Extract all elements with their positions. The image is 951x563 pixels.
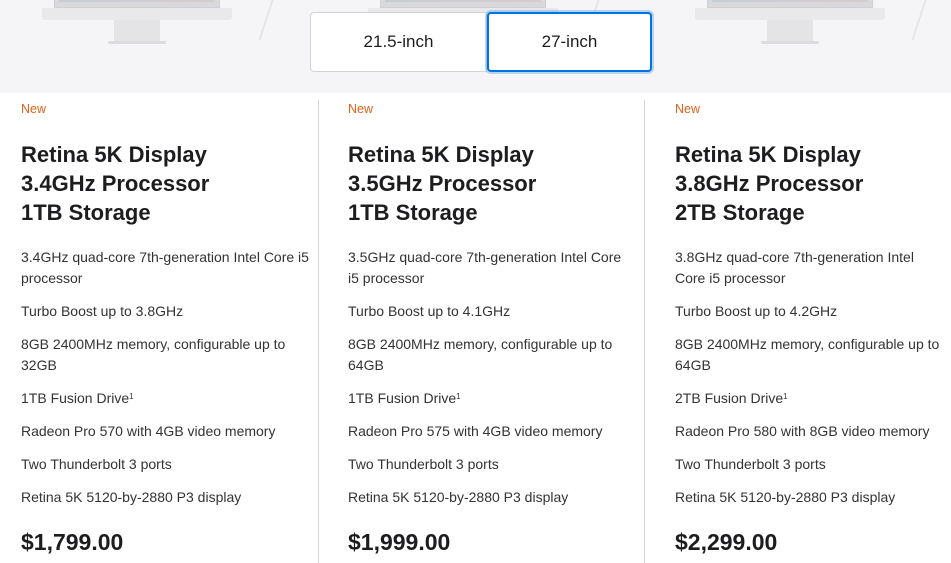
spec-item: 3.4GHz quad-core 7th-generation Intel Co… xyxy=(21,249,309,286)
spec-item: Two Thunderbolt 3 ports xyxy=(21,456,172,472)
spec-item: Retina 5K 5120-by-2880 P3 display xyxy=(675,489,896,505)
spec-item: Retina 5K 5120-by-2880 P3 display xyxy=(21,489,242,505)
spec-item: 1TB Fusion Drive1 xyxy=(21,388,311,409)
spec-item: 3.5GHz quad-core 7th-generation Intel Co… xyxy=(348,249,622,286)
title-line: Retina 5K Display xyxy=(675,142,861,167)
title-line: 3.8GHz Processor xyxy=(675,171,864,196)
spec-item: Radeon Pro 570 with 4GB video memory xyxy=(21,423,276,439)
spec-list: 3.5GHz quad-core 7th-generation Intel Co… xyxy=(348,247,628,508)
new-badge: New xyxy=(21,102,47,116)
product-title: Retina 5K Display 3.8GHz Processor 2TB S… xyxy=(675,140,945,227)
spec-item: 2TB Fusion Drive1 xyxy=(675,388,945,409)
spec-item: Radeon Pro 575 with 4GB video memory xyxy=(348,423,603,439)
size-option-21-5-inch[interactable]: 21.5-inch xyxy=(310,12,487,72)
footnote-marker[interactable]: 1 xyxy=(456,392,460,401)
imac-image xyxy=(695,0,929,46)
spec-item: 1TB Fusion Drive1 xyxy=(348,388,628,409)
spec-item: 3.8GHz quad-core 7th-generation Intel Co… xyxy=(675,249,914,286)
product-card: New Retina 5K Display 3.8GHz Processor 2… xyxy=(675,100,945,563)
title-line: 2TB Storage xyxy=(675,200,805,225)
screen-size-selector: 21.5-inch 27-inch xyxy=(310,12,652,72)
spec-item: Retina 5K 5120-by-2880 P3 display xyxy=(348,489,569,505)
title-line: Retina 5K Display xyxy=(348,142,534,167)
product-card: New Retina 5K Display 3.5GHz Processor 1… xyxy=(348,100,628,563)
title-line: 1TB Storage xyxy=(21,200,151,225)
spec-list: 3.8GHz quad-core 7th-generation Intel Co… xyxy=(675,247,945,508)
spec-item: Turbo Boost up to 4.2GHz xyxy=(675,303,838,319)
title-line: 3.5GHz Processor xyxy=(348,171,537,196)
price: $1,999.00 xyxy=(348,529,451,555)
footnote-marker[interactable]: 1 xyxy=(129,392,133,401)
spec-text: 1TB Fusion Drive xyxy=(348,390,457,406)
spec-item: Two Thunderbolt 3 ports xyxy=(348,456,499,472)
spec-item: 8GB 2400MHz memory, configurable up to 6… xyxy=(675,336,940,373)
price: $2,299.00 xyxy=(675,529,778,555)
spec-item: Turbo Boost up to 3.8GHz xyxy=(21,303,184,319)
column-divider xyxy=(644,100,645,563)
spec-item: Two Thunderbolt 3 ports xyxy=(675,456,826,472)
spec-list: 3.4GHz quad-core 7th-generation Intel Co… xyxy=(21,247,311,508)
spec-text: 1TB Fusion Drive xyxy=(21,390,130,406)
column-divider xyxy=(318,100,319,563)
spec-item: 8GB 2400MHz memory, configurable up to 3… xyxy=(21,336,286,373)
new-badge: New xyxy=(348,102,374,116)
spec-item: Radeon Pro 580 with 8GB video memory xyxy=(675,423,930,439)
price: $1,799.00 xyxy=(21,529,124,555)
product-card: New Retina 5K Display 3.4GHz Processor 1… xyxy=(21,100,311,563)
imac-image xyxy=(42,0,276,46)
product-title: Retina 5K Display 3.5GHz Processor 1TB S… xyxy=(348,140,628,227)
spec-text: 2TB Fusion Drive xyxy=(675,390,784,406)
size-option-27-inch[interactable]: 27-inch xyxy=(487,12,652,72)
title-line: Retina 5K Display xyxy=(21,142,207,167)
spec-item: Turbo Boost up to 4.1GHz xyxy=(348,303,511,319)
product-title: Retina 5K Display 3.4GHz Processor 1TB S… xyxy=(21,140,311,227)
spec-item: 8GB 2400MHz memory, configurable up to 6… xyxy=(348,336,613,373)
title-line: 1TB Storage xyxy=(348,200,478,225)
title-line: 3.4GHz Processor xyxy=(21,171,210,196)
footnote-marker[interactable]: 1 xyxy=(783,392,787,401)
new-badge: New xyxy=(675,102,701,116)
